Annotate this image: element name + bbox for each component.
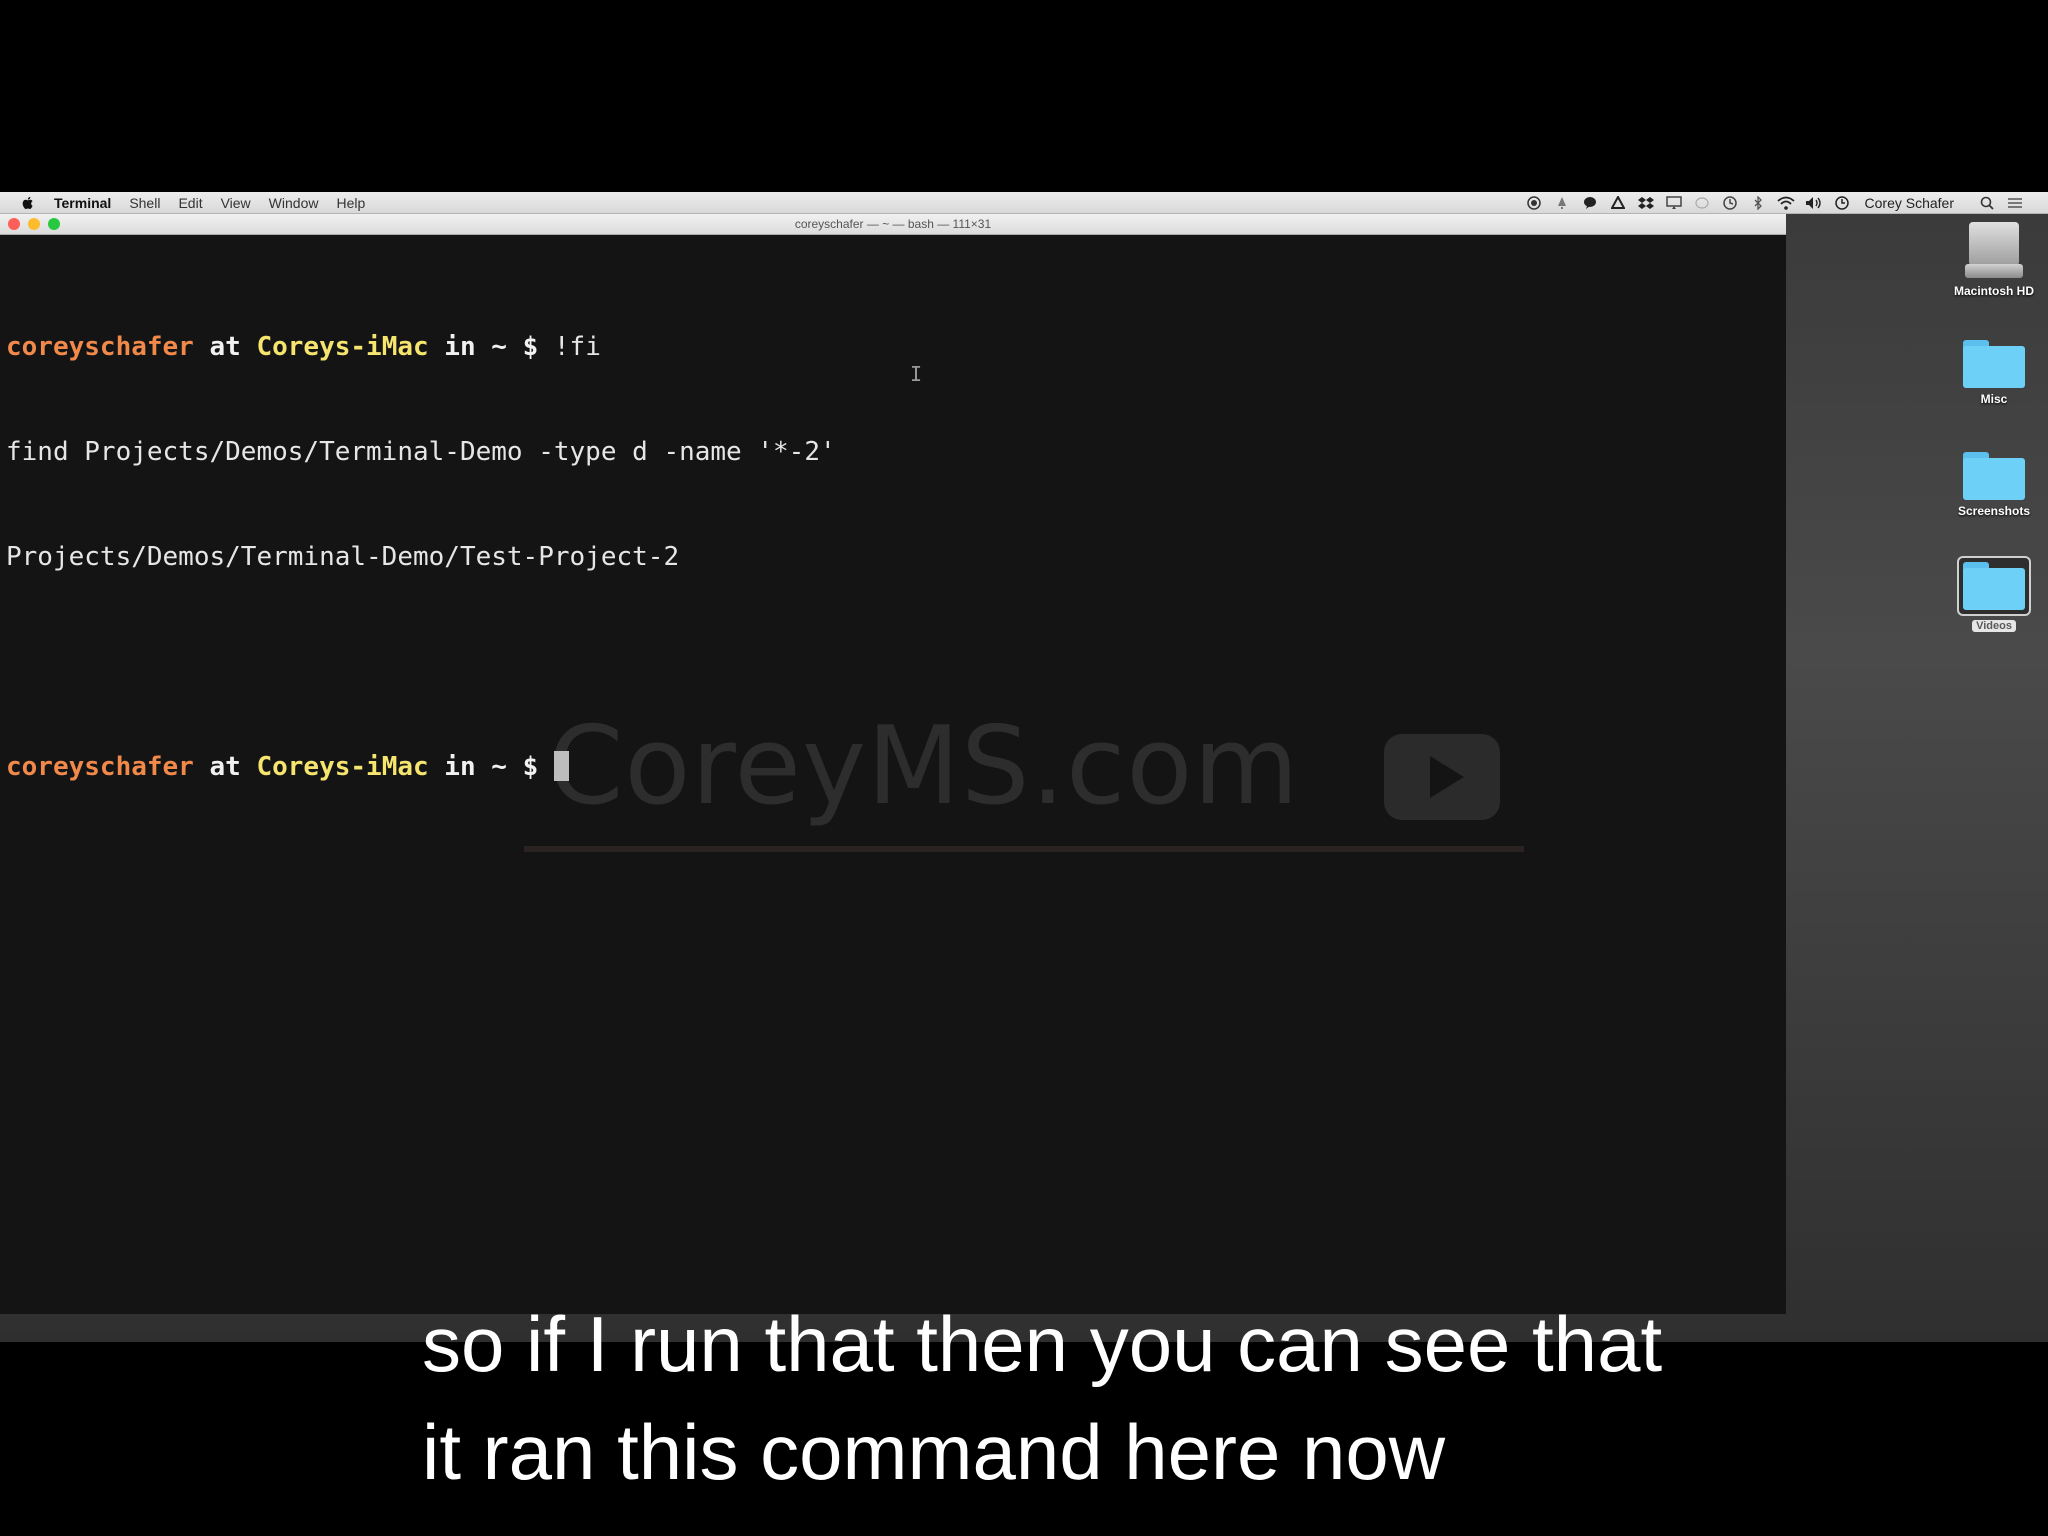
wifi-icon[interactable] bbox=[1776, 196, 1795, 210]
typed-command: !fi bbox=[553, 332, 601, 362]
desktop-item-misc[interactable]: Misc bbox=[1940, 340, 2048, 408]
selection-highlight bbox=[1957, 556, 2031, 616]
menu-view[interactable]: View bbox=[221, 195, 251, 211]
menu-terminal[interactable]: Terminal bbox=[54, 195, 111, 211]
prompt-in: in bbox=[428, 332, 492, 362]
desktop-item-label: Videos bbox=[1972, 620, 2016, 632]
apple-icon[interactable] bbox=[20, 195, 36, 211]
time-machine-icon[interactable] bbox=[1721, 195, 1739, 210]
subtitle-line-1: so if I run that then you can see that bbox=[422, 1300, 1663, 1388]
desktop-item-label: Screenshots bbox=[1957, 504, 2031, 518]
prompt-user: coreyschafer bbox=[6, 332, 194, 362]
bubble-outline-icon[interactable] bbox=[1693, 196, 1711, 210]
notification-center-icon[interactable] bbox=[2006, 196, 2024, 210]
desktop-item-macintosh-hd[interactable]: Macintosh HD bbox=[1940, 222, 2048, 300]
prompt-symbol: $ bbox=[506, 332, 554, 362]
subtitle-line-2: it ran this command here now bbox=[422, 1408, 1446, 1496]
prompt-at: at bbox=[193, 752, 257, 782]
spotlight-search-icon[interactable] bbox=[1978, 196, 1996, 210]
desktop-item-label: Misc bbox=[1980, 392, 2008, 406]
menu-bar: Terminal Shell Edit View Window Help Cor… bbox=[0, 192, 2048, 214]
terminal-output[interactable]: coreyschafer at Coreys-iMac in ~ $ !fi f… bbox=[6, 260, 1776, 855]
prompt-user: coreyschafer bbox=[6, 752, 194, 782]
prompt-dir: ~ bbox=[491, 332, 507, 362]
desktop-item-screenshots[interactable]: Screenshots bbox=[1940, 452, 2048, 520]
record-icon[interactable] bbox=[1525, 195, 1543, 210]
desktop-item-label: Macintosh HD bbox=[1953, 284, 2034, 298]
screen: Terminal Shell Edit View Window Help Cor… bbox=[0, 192, 2048, 1342]
prompt-at: at bbox=[193, 332, 257, 362]
screen-icon[interactable] bbox=[1665, 195, 1683, 210]
google-drive-icon[interactable] bbox=[1609, 195, 1627, 210]
folder-icon bbox=[1963, 452, 2025, 500]
chat-bubble-icon[interactable] bbox=[1581, 196, 1599, 210]
prompt-line: coreyschafer at Coreys-iMac in ~ $ !fi bbox=[6, 330, 1776, 365]
subtitles: so if I run that then you can see that i… bbox=[422, 1290, 2022, 1506]
hard-drive-icon bbox=[1965, 222, 2023, 280]
window-titlebar[interactable]: coreyschafer — ~ — bash — 111×31 bbox=[0, 214, 1786, 235]
command-output-line: Projects/Demos/Terminal-Demo/Test-Projec… bbox=[6, 542, 680, 572]
user-name[interactable]: Corey Schafer bbox=[1865, 195, 1954, 211]
menu-help[interactable]: Help bbox=[336, 195, 365, 211]
volume-icon[interactable] bbox=[1805, 196, 1823, 210]
expanded-command-line: find Projects/Demos/Terminal-Demo -type … bbox=[6, 437, 836, 467]
desktop-item-videos[interactable]: Videos bbox=[1940, 556, 2048, 634]
ibeam-cursor-icon: I bbox=[910, 362, 923, 386]
dropbox-icon[interactable] bbox=[1637, 196, 1655, 210]
status-menus: Corey Schafer bbox=[1515, 192, 2024, 213]
bluetooth-icon[interactable] bbox=[1749, 195, 1767, 210]
window-title: coreyschafer — ~ — bash — 111×31 bbox=[794, 217, 992, 231]
menu-window[interactable]: Window bbox=[269, 195, 319, 211]
text-cursor bbox=[553, 751, 569, 781]
prompt-line: coreyschafer at Coreys-iMac in ~ $ bbox=[6, 750, 1776, 785]
prompt-host: Coreys-iMac bbox=[256, 752, 429, 782]
prompt-in: in bbox=[428, 752, 492, 782]
prompt-dir: ~ bbox=[491, 752, 507, 782]
prompt-host: Coreys-iMac bbox=[256, 332, 429, 362]
folder-icon bbox=[1963, 562, 2025, 610]
menu-shell[interactable]: Shell bbox=[129, 195, 160, 211]
notification-icon[interactable] bbox=[1553, 196, 1571, 210]
folder-icon bbox=[1963, 340, 2025, 388]
clock-icon[interactable] bbox=[1833, 195, 1851, 210]
terminal-window: coreyschafer — ~ — bash — 111×31 CoreyMS… bbox=[0, 214, 1786, 1314]
prompt-symbol: $ bbox=[506, 752, 554, 782]
menu-edit[interactable]: Edit bbox=[178, 195, 202, 211]
